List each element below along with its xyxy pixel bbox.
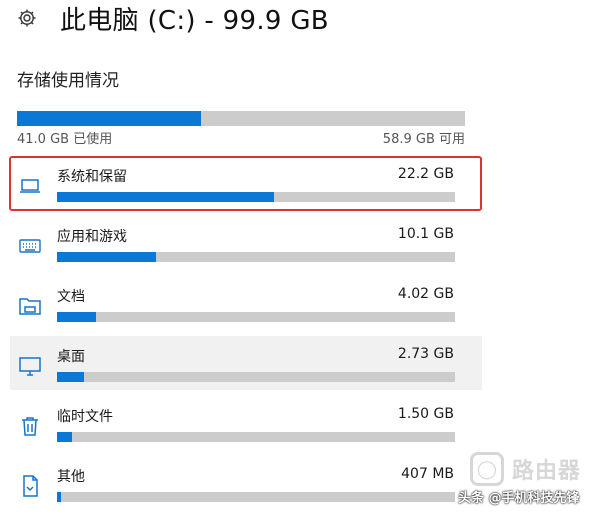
category-size: 10.1 GB (397, 226, 454, 242)
document-icon (18, 474, 42, 498)
category-usage-bar (57, 372, 455, 382)
keyboard-icon (18, 234, 42, 258)
storage-usage-bar (17, 111, 465, 126)
storage-category-1[interactable]: 应用和游戏 10.1 GB (10, 216, 482, 270)
category-usage-bar (57, 432, 455, 442)
trash-icon (18, 414, 42, 438)
category-size: 1.50 GB (397, 406, 454, 422)
monitor-icon (18, 354, 42, 378)
category-usage-fill (57, 372, 84, 382)
folder-icon (18, 294, 42, 318)
category-label: 文档 (57, 289, 85, 305)
category-usage-fill (57, 252, 156, 262)
storage-category-3[interactable]: 桌面 2.73 GB (10, 336, 482, 390)
gear-icon (16, 7, 38, 29)
category-size: 407 MB (401, 466, 454, 482)
watermark-text: 路由器 (512, 459, 582, 484)
category-size: 4.02 GB (397, 286, 454, 302)
category-usage-bar (57, 492, 455, 502)
page-header: 此电脑 (C:) - 99.9 GB (16, 0, 329, 36)
storage-category-2[interactable]: 文档 4.02 GB (10, 276, 482, 330)
storage-category-4[interactable]: 临时文件 1.50 GB (10, 396, 482, 450)
category-label: 临时文件 (57, 409, 113, 425)
watermark-logo: ◯ (470, 452, 504, 486)
used-label: 41.0 GB 已使用 (17, 132, 113, 147)
category-label: 桌面 (57, 349, 85, 365)
category-size: 2.73 GB (397, 346, 454, 362)
category-usage-bar (57, 312, 455, 322)
storage-category-5[interactable]: 其他 407 MB (10, 456, 482, 510)
storage-usage-fill (17, 111, 201, 126)
selection-highlight (9, 156, 482, 211)
category-usage-bar (57, 252, 455, 262)
category-usage-fill (57, 432, 72, 442)
category-usage-fill (57, 492, 61, 502)
free-label: 58.9 GB 可用 (382, 132, 465, 147)
category-label: 应用和游戏 (57, 229, 127, 245)
category-usage-fill (57, 312, 96, 322)
category-label: 其他 (57, 469, 85, 485)
page-title: 此电脑 (C:) - 99.9 GB (60, 5, 329, 36)
credit-text: 头条 @手机科技先锋 (458, 491, 580, 506)
section-title: 存储使用情况 (17, 71, 119, 91)
watermark: ◯ 路由器 (470, 452, 581, 486)
